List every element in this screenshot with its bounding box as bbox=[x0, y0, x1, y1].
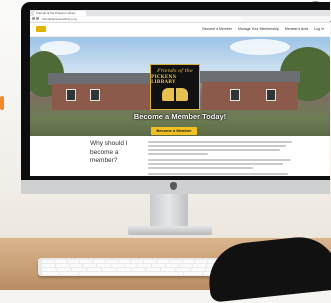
monitor-stand bbox=[150, 194, 188, 228]
hero-title: Become a Member Today! bbox=[133, 112, 227, 121]
nav-item-become-member[interactable]: Become a Member bbox=[202, 27, 232, 31]
body-text-block bbox=[148, 141, 298, 176]
nav-item-members-area[interactable]: Member's Area bbox=[285, 27, 308, 31]
keyboard bbox=[38, 258, 224, 276]
nav-item-log-in[interactable]: Log In bbox=[314, 27, 324, 31]
hero-banner: Friends of the PICKENS LIBRARY Become a … bbox=[30, 37, 330, 136]
site-nav: Become a Member Manage Your Membership M… bbox=[202, 27, 324, 31]
logo-line-1: Friends of the bbox=[157, 68, 193, 74]
logo-line-2: PICKENS LIBRARY bbox=[151, 75, 177, 85]
monitor-screen: Friends of the Pickens Library friendsof… bbox=[30, 10, 330, 176]
window bbox=[266, 89, 276, 101]
open-book-icon bbox=[162, 88, 188, 102]
back-icon[interactable] bbox=[32, 17, 35, 20]
window bbox=[230, 89, 240, 101]
library-wall bbox=[202, 82, 298, 110]
address-bar[interactable]: friendsofpickenslibrary.org bbox=[40, 17, 242, 21]
monitor-stand-base bbox=[128, 226, 212, 235]
content-section: Why should I become a member? bbox=[30, 136, 330, 176]
site-header: Become a Member Manage Your Membership M… bbox=[30, 23, 330, 37]
decor-object bbox=[0, 96, 4, 110]
forward-icon[interactable] bbox=[36, 17, 39, 20]
site-logo[interactable] bbox=[36, 26, 46, 32]
apple-icon bbox=[170, 182, 177, 190]
window bbox=[90, 89, 100, 101]
nav-item-manage-membership[interactable]: Manage Your Membership bbox=[238, 27, 279, 31]
window bbox=[66, 89, 76, 101]
become-member-button[interactable]: Become a Member bbox=[151, 127, 197, 135]
friends-library-logo: Friends of the PICKENS LIBRARY bbox=[150, 64, 200, 110]
section-heading: Why should I become a member? bbox=[90, 140, 128, 164]
browser-toolbar: friendsofpickenslibrary.org bbox=[30, 16, 330, 23]
cloud bbox=[230, 39, 290, 55]
